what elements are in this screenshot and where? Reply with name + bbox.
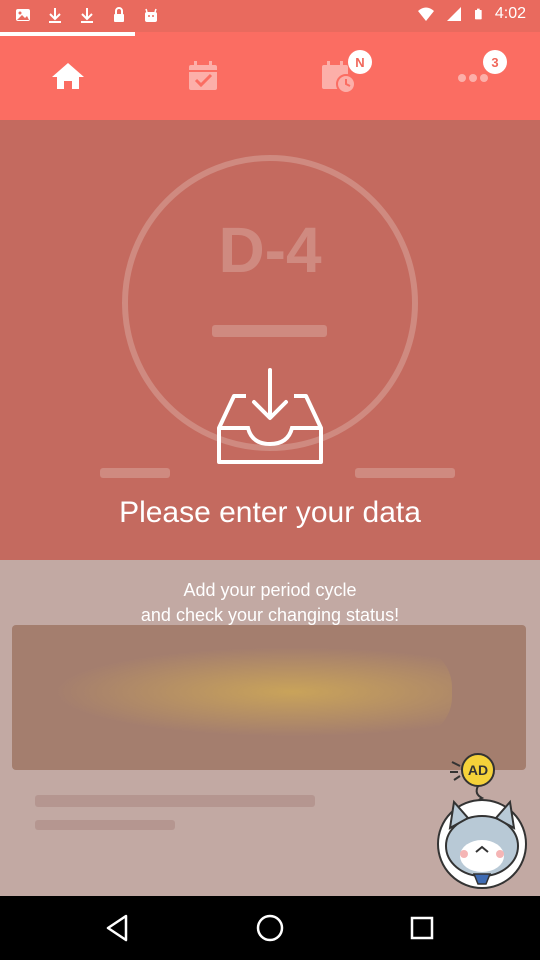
empty-state-subtitle: Add your period cycle and check your cha…	[0, 578, 540, 628]
background-text	[212, 325, 327, 337]
dday-counter: D-4	[218, 214, 322, 286]
battery-icon	[474, 8, 482, 20]
download-icon	[81, 8, 93, 23]
tab-history[interactable]: N	[270, 32, 405, 120]
background-text	[100, 468, 170, 478]
clock: 4:02	[494, 5, 526, 22]
background-banner	[12, 625, 526, 770]
tab-calendar[interactable]	[135, 32, 270, 120]
tab-home[interactable]	[0, 32, 135, 120]
background-text	[355, 468, 455, 478]
tab-badge: 3	[483, 50, 507, 74]
home-circle-icon[interactable]	[252, 910, 288, 946]
empty-state-title: Please enter your data	[119, 496, 421, 529]
background-text	[35, 795, 315, 807]
subtitle-line: and check your changing status!	[140, 605, 400, 625]
ad-label: AD	[468, 762, 488, 778]
calendar-check-icon	[188, 61, 217, 90]
recents-icon[interactable]	[404, 910, 440, 946]
top-tab-bar: N 3	[0, 32, 540, 120]
cat-mascot-icon: AD	[437, 753, 527, 889]
status-bar: 4:02	[0, 0, 540, 32]
signal-icon	[446, 7, 461, 21]
ad-mascot-button[interactable]: AD	[430, 752, 534, 892]
subtitle-line: Add your period cycle	[183, 580, 357, 600]
tab-badge: N	[348, 50, 372, 74]
home-icon	[51, 63, 84, 89]
system-nav-bar	[0, 896, 540, 960]
image-icon	[16, 9, 30, 21]
background-text	[35, 820, 175, 830]
download-icon	[49, 8, 61, 23]
back-icon[interactable]	[100, 910, 136, 946]
inbox-download-icon	[217, 368, 323, 464]
tab-more[interactable]: 3	[405, 32, 540, 120]
wifi-icon	[417, 7, 434, 21]
lock-icon	[114, 7, 124, 22]
android-icon	[145, 8, 157, 22]
